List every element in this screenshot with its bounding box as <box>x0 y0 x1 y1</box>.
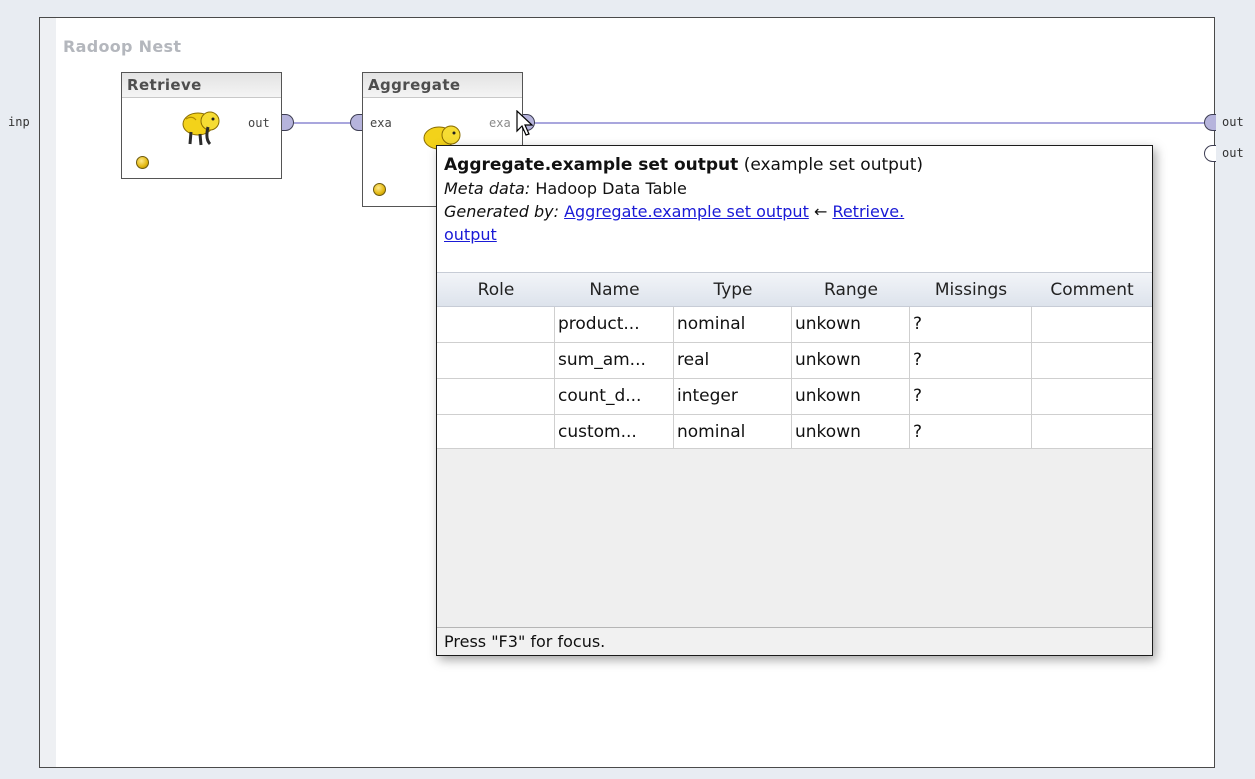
operator-retrieve[interactable]: Retrieve out <box>121 72 282 179</box>
meta-data-label: Meta data: <box>444 179 531 198</box>
nest-title: Radoop Nest <box>63 37 182 56</box>
column-header-comment[interactable]: Comment <box>1032 280 1152 300</box>
tooltip-title-suffix: (example set output) <box>743 155 923 175</box>
generated-by-link-retrieve-cont[interactable]: output <box>444 225 497 244</box>
aggregate-in-label: exa <box>370 116 392 130</box>
nest-output-port-1[interactable] <box>1204 114 1216 131</box>
status-indicator-icon <box>136 156 149 169</box>
cell-name: count_d... <box>555 379 674 414</box>
cell-role <box>437 307 555 342</box>
generated-by-link-retrieve[interactable]: Retrieve. <box>832 202 904 221</box>
table-row[interactable]: count_d... integer unkown ? <box>437 379 1152 415</box>
cell-missings: ? <box>910 343 1032 378</box>
canvas-left-strip <box>40 18 56 767</box>
connection-aggregate-output[interactable] <box>533 122 1204 124</box>
generated-by-label: Generated by: <box>444 202 559 221</box>
table-row[interactable]: custom... nominal unkown ? <box>437 415 1152 451</box>
cell-type: nominal <box>674 415 792 450</box>
arrow-left-icon: ← <box>813 202 828 221</box>
table-row[interactable]: sum_am... real unkown ? <box>437 343 1152 379</box>
cell-name: product... <box>555 307 674 342</box>
column-header-name[interactable]: Name <box>555 280 674 300</box>
cell-missings: ? <box>910 415 1032 450</box>
cell-role <box>437 343 555 378</box>
cell-role <box>437 415 555 450</box>
retrieve-out-label: out <box>248 116 270 130</box>
cell-type: real <box>674 343 792 378</box>
hadoop-elephant-icon <box>178 107 224 155</box>
cell-range: unkown <box>792 379 910 414</box>
nest-output-label-2: out <box>1222 146 1244 160</box>
column-header-role[interactable]: Role <box>437 280 555 300</box>
generated-by-link-aggregate[interactable]: Aggregate.example set output <box>564 202 809 221</box>
cell-type: integer <box>674 379 792 414</box>
nest-output-port-2[interactable] <box>1204 145 1216 162</box>
cell-range: unkown <box>792 415 910 450</box>
cell-comment <box>1032 415 1152 450</box>
metadata-table: Role Name Type Range Missings Comment pr… <box>437 272 1152 451</box>
aggregate-out-label: exa <box>489 116 511 130</box>
table-empty-area <box>437 448 1152 628</box>
cell-range: unkown <box>792 343 910 378</box>
tooltip-title: Aggregate.example set output <box>444 155 739 175</box>
cell-role <box>437 379 555 414</box>
operator-retrieve-title: Retrieve <box>122 73 281 98</box>
cell-comment <box>1032 379 1152 414</box>
table-row[interactable]: product... nominal unkown ? <box>437 307 1152 343</box>
cell-range: unkown <box>792 307 910 342</box>
operator-aggregate-title: Aggregate <box>363 73 522 98</box>
nest-input-label: inp <box>8 115 30 129</box>
nest-output-label-1: out <box>1222 115 1244 129</box>
cell-name: custom... <box>555 415 674 450</box>
meta-data-value: Hadoop Data Table <box>535 179 687 198</box>
connection-retrieve-aggregate[interactable] <box>294 122 351 124</box>
cell-name: sum_am... <box>555 343 674 378</box>
cell-comment <box>1032 307 1152 342</box>
table-header: Role Name Type Range Missings Comment <box>437 272 1152 307</box>
tooltip-footer: Press "F3" for focus. <box>437 627 1152 655</box>
cell-comment <box>1032 343 1152 378</box>
status-indicator-icon <box>373 183 386 196</box>
column-header-missings[interactable]: Missings <box>910 280 1032 300</box>
mouse-cursor-icon <box>516 109 538 142</box>
cell-missings: ? <box>910 379 1032 414</box>
cell-type: nominal <box>674 307 792 342</box>
column-header-range[interactable]: Range <box>792 280 910 300</box>
cell-missings: ? <box>910 307 1032 342</box>
port-metadata-tooltip: Aggregate.example set output (example se… <box>436 145 1153 656</box>
aggregate-input-port[interactable] <box>350 114 362 131</box>
column-header-type[interactable]: Type <box>674 280 792 300</box>
